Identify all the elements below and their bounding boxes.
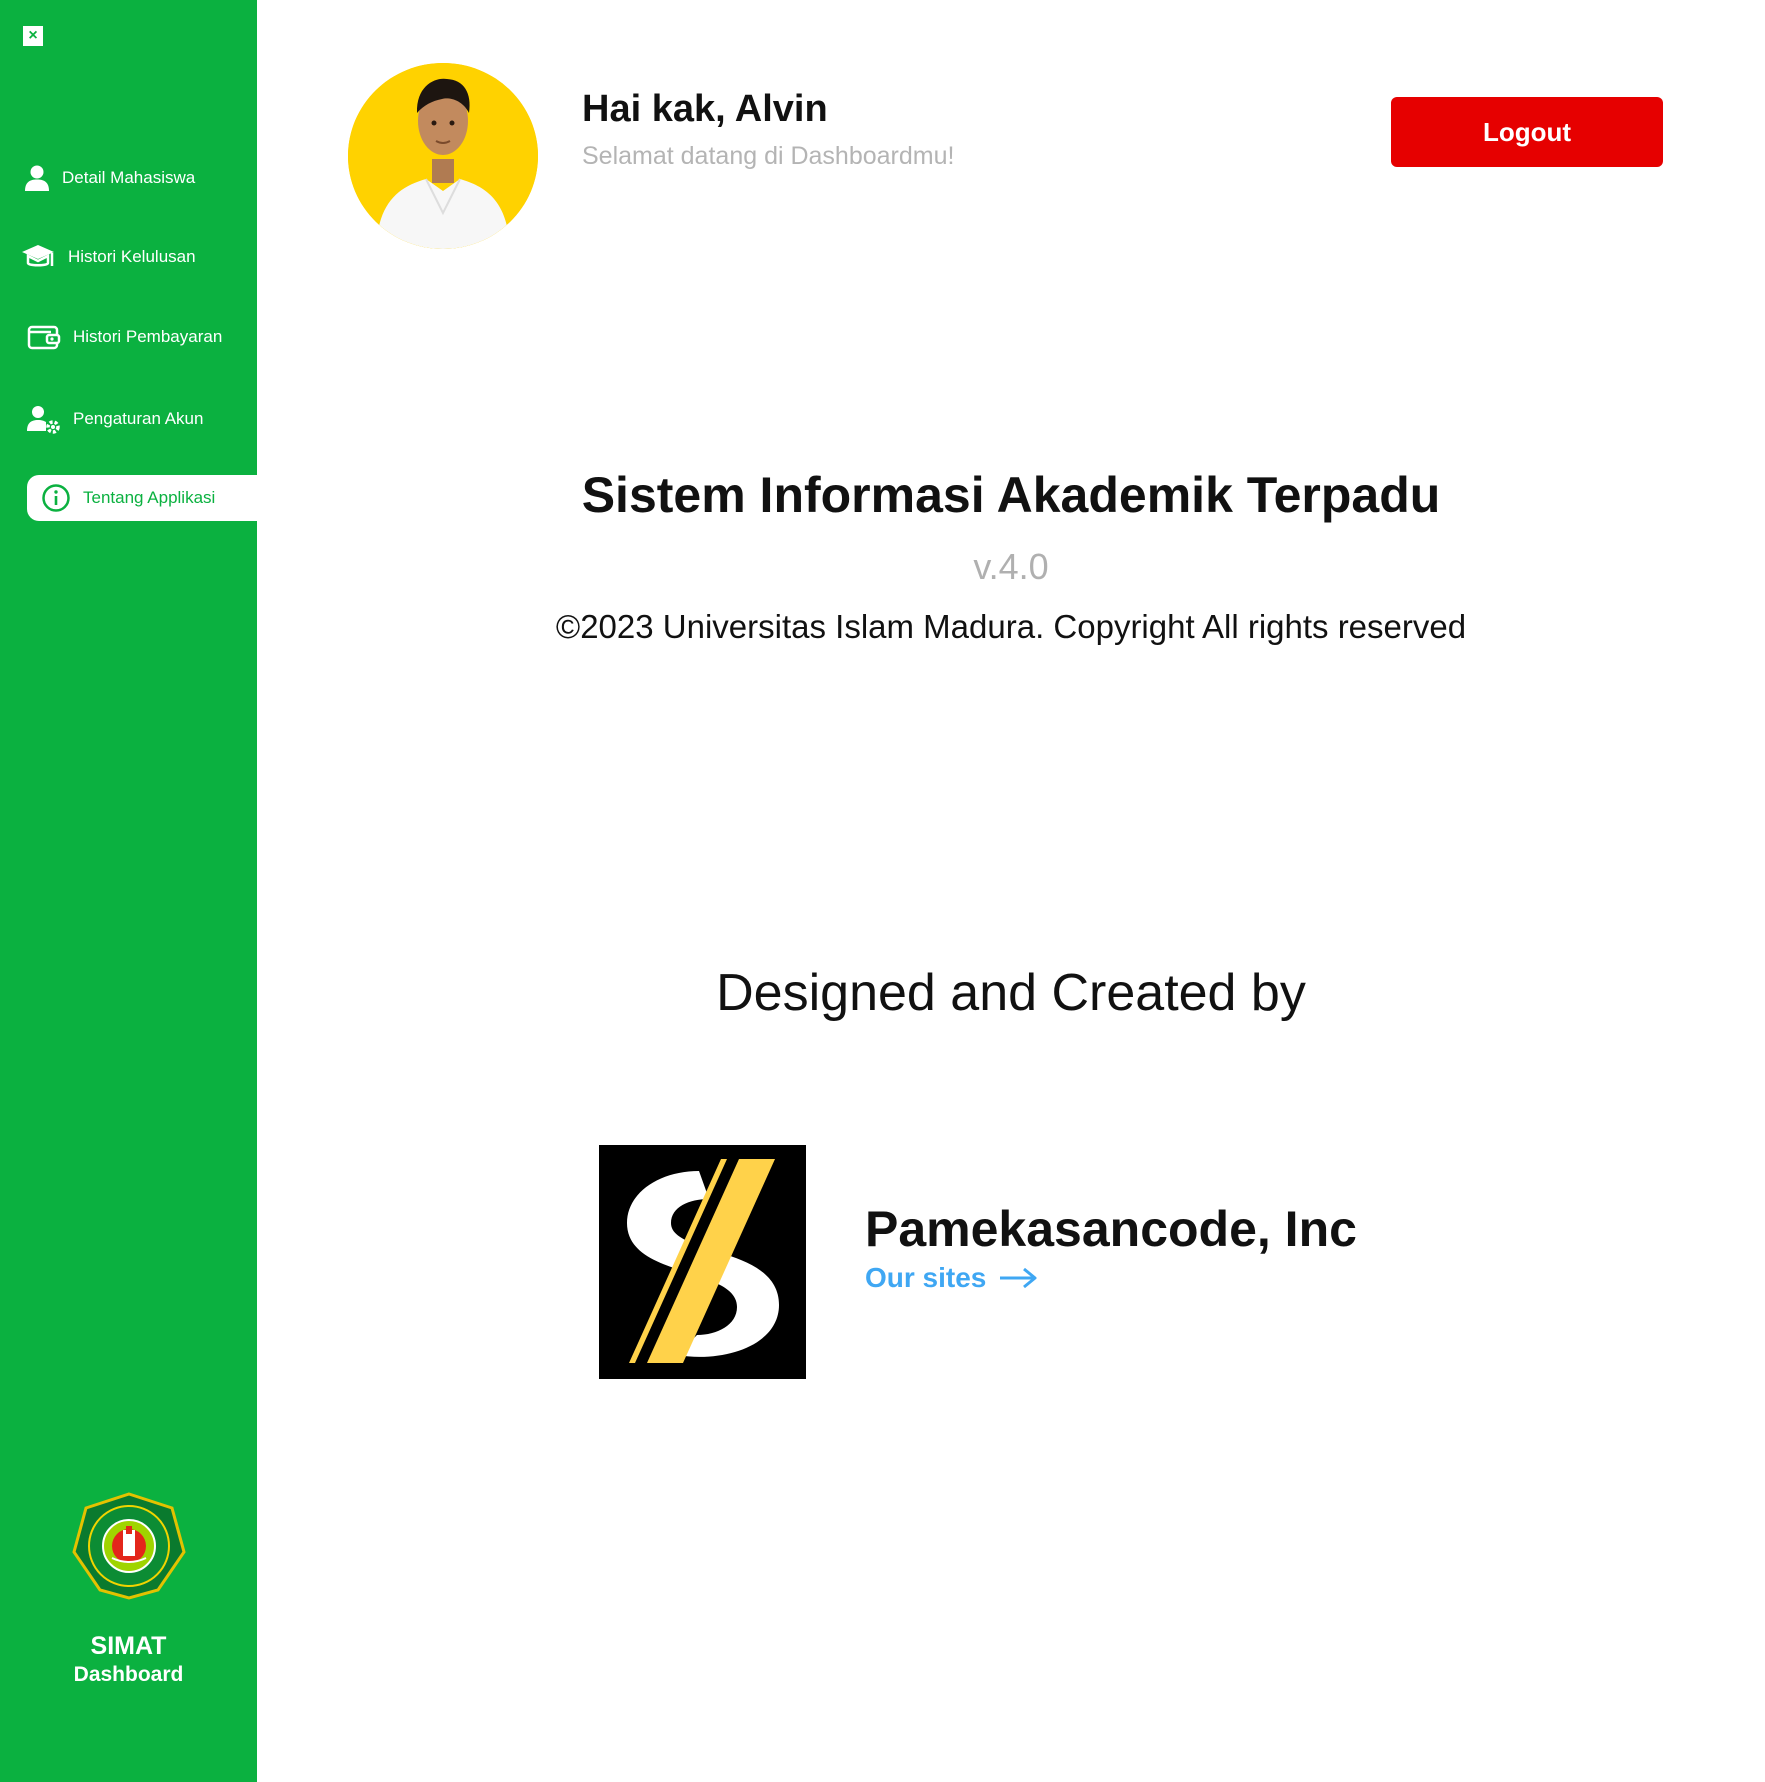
- avatar: [348, 63, 538, 249]
- sidebar-item-detail-mahasiswa[interactable]: Detail Mahasiswa: [24, 155, 195, 201]
- university-seal-logo: [72, 1492, 186, 1600]
- arrow-right-icon: [1000, 1267, 1037, 1289]
- sidebar-item-label: Detail Mahasiswa: [62, 168, 196, 187]
- sidebar: × Detail Mahasiswa Histori Kelulusan His…: [0, 0, 257, 1782]
- app-version: v.4.0: [973, 546, 1049, 587]
- copyright-text: ©2023 Universitas Islam Madura. Copyrigh…: [555, 608, 1467, 645]
- sidebar-item-tentang-applikasi[interactable]: Tentang Applikasi: [27, 475, 257, 521]
- greeting-title: Hai kak, Alvin: [582, 88, 828, 130]
- brand-title: SIMAT: [90, 1632, 167, 1660]
- sidebar-item-pengaturan-akun[interactable]: Pengaturan Akun: [27, 396, 203, 442]
- pamekasancode-logo: [599, 1145, 806, 1379]
- app-title: Sistem Informasi Akademik Terpadu: [581, 467, 1441, 523]
- info-icon: [42, 484, 70, 512]
- user-icon: [25, 165, 49, 191]
- logout-button[interactable]: Logout: [1391, 97, 1663, 167]
- wallet-icon: [27, 325, 61, 350]
- sidebar-item-label: Pengaturan Akun: [73, 409, 204, 428]
- sidebar-item-histori-kelulusan[interactable]: Histori Kelulusan: [20, 234, 196, 280]
- our-sites-label: Our sites: [865, 1262, 987, 1293]
- brand-subtitle: Dashboard: [73, 1663, 184, 1686]
- company-name: Pamekasancode, Inc: [865, 1201, 1357, 1257]
- graduation-cap-icon: [22, 245, 54, 267]
- our-sites-link[interactable]: Our sites: [865, 1262, 1038, 1294]
- user-gear-icon: [27, 406, 60, 434]
- sidebar-item-label: Tentang Applikasi: [83, 488, 216, 507]
- sidebar-item-label: Histori Kelulusan: [68, 247, 196, 266]
- close-icon: ×: [28, 27, 38, 44]
- close-sidebar-button[interactable]: ×: [23, 26, 43, 46]
- sidebar-item-histori-pembayaran[interactable]: Histori Pembayaran: [27, 314, 222, 360]
- sidebar-item-label: Histori Pembayaran: [73, 327, 223, 346]
- designed-by-heading: Designed and Created by: [716, 964, 1306, 1022]
- welcome-subtitle: Selamat datang di Dashboardmu!: [582, 142, 955, 170]
- profile-photo: [348, 63, 538, 249]
